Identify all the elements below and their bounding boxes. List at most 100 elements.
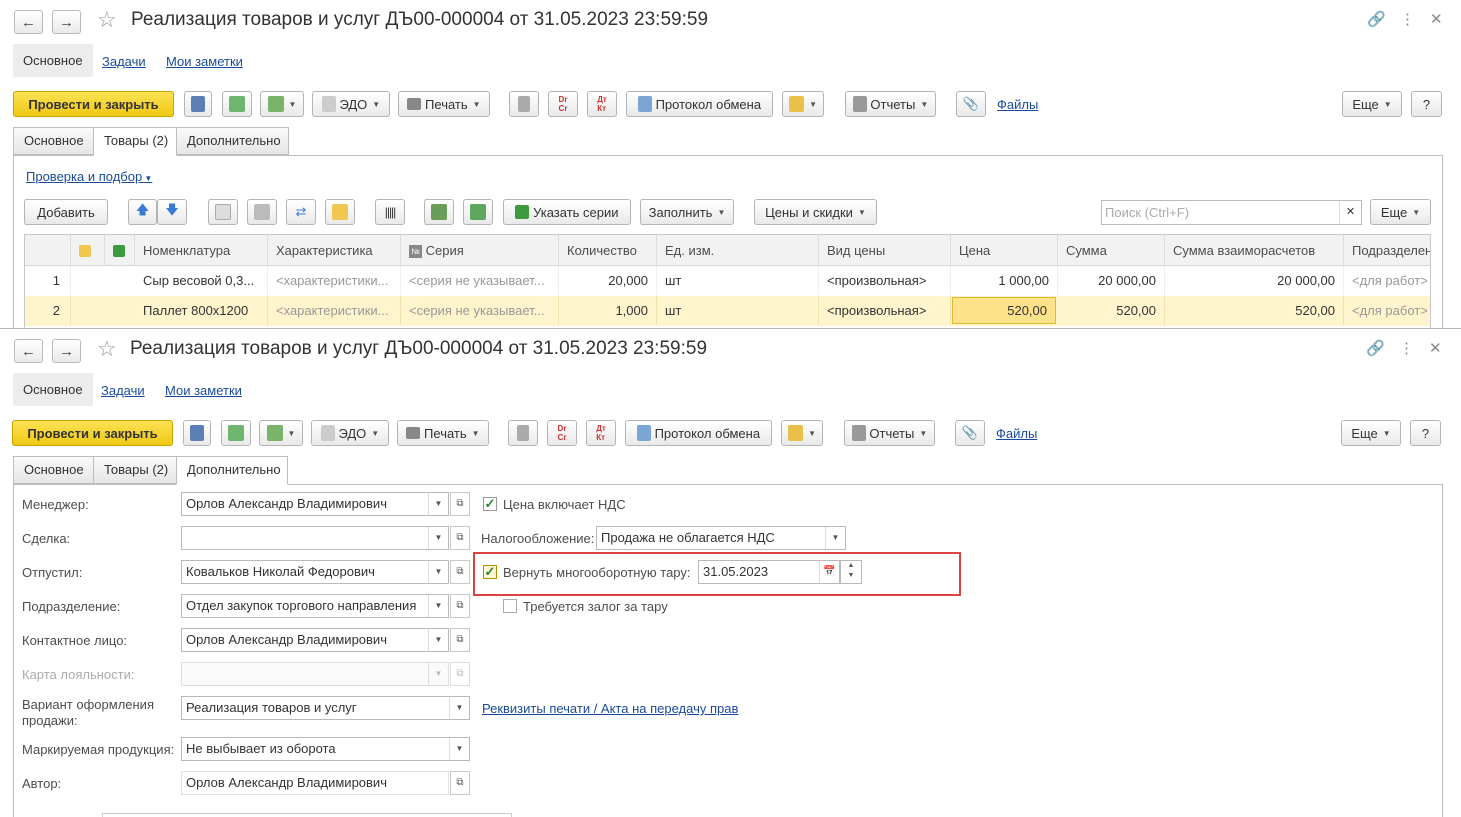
marked-products-field[interactable]: Не выбывает из оборота ▼	[181, 737, 470, 761]
deposit-required-checkbox[interactable]	[503, 599, 517, 613]
contact-field[interactable]: Орлов Александр Владимирович ▼	[181, 628, 449, 652]
col-department[interactable]: Подразделен	[1344, 235, 1430, 266]
exchange-log-button[interactable]: Протокол обмена	[625, 420, 772, 446]
paste-button[interactable]	[247, 199, 277, 225]
col-sum[interactable]: Сумма	[1058, 235, 1165, 266]
save-button[interactable]	[183, 420, 211, 446]
tab-goods[interactable]: Товары (2)	[93, 456, 177, 484]
print-button[interactable]: Печать ▼	[397, 420, 489, 446]
manager-field[interactable]: Орлов Александр Владимирович ▼	[181, 492, 449, 516]
return-date-field[interactable]: 31.05.2023 📅	[698, 560, 840, 584]
dr-cr-button[interactable]: Dr Cr	[547, 420, 577, 446]
tab-main[interactable]: Основное	[13, 127, 94, 155]
nav-tab-tasks[interactable]: Задачи	[101, 383, 145, 398]
nav-tab-main[interactable]: Основное	[13, 44, 93, 77]
save-button[interactable]	[184, 91, 212, 117]
tab-additional[interactable]: Дополнительно	[176, 127, 289, 155]
link-icon[interactable]: 🔗	[1366, 339, 1385, 357]
nav-tab-tasks[interactable]: Задачи	[102, 54, 146, 69]
chevron-down-icon[interactable]: ▼	[428, 595, 448, 617]
col-price[interactable]: Цена	[951, 235, 1058, 266]
cell-sum[interactable]: 20 000,00	[1058, 266, 1165, 295]
cell-characteristic[interactable]: <характеристики...	[268, 296, 401, 325]
col-series[interactable]: № Серия	[401, 235, 559, 266]
chevron-down-icon[interactable]: ▼	[428, 629, 448, 651]
copy-button[interactable]	[208, 199, 238, 225]
cell-department[interactable]: <для работ>	[1344, 296, 1430, 325]
reports-button[interactable]: Отчеты ▼	[845, 91, 936, 117]
released-field[interactable]: Ковальков Николай Федорович ▼	[181, 560, 449, 584]
post-and-close-button[interactable]: Провести и закрыть	[13, 91, 174, 117]
nav-tab-notes[interactable]: Мои заметки	[166, 54, 243, 69]
tab-goods[interactable]: Товары (2)	[93, 127, 177, 156]
split-button[interactable]: ⇄	[286, 199, 316, 225]
dt-kt-button[interactable]: Дт Кт	[587, 91, 617, 117]
barcode-button[interactable]: |||||	[375, 199, 405, 225]
spin-up-icon[interactable]: ▲	[848, 562, 855, 569]
help-button[interactable]: ?	[1411, 91, 1442, 117]
table-row-selected[interactable]: 2 Паллет 800х1200 <характеристики... <се…	[25, 296, 1430, 326]
clear-search-icon[interactable]: ✕	[1339, 201, 1361, 224]
table-row[interactable]: 1 Сыр весовой 0,3... <характеристики... …	[25, 266, 1430, 296]
reports-button[interactable]: Отчеты ▼	[844, 420, 935, 446]
add-button[interactable]: Добавить	[24, 199, 108, 225]
dt-kt-button[interactable]: Дт Кт	[586, 420, 616, 446]
attach-button[interactable]: 📎	[956, 91, 986, 117]
col-characteristic[interactable]: Характеристика	[268, 235, 401, 266]
post-button[interactable]	[221, 420, 251, 446]
back-button[interactable]: ←	[14, 10, 43, 34]
prices-discounts-button[interactable]: Цены и скидки ▼	[754, 199, 877, 225]
cell-price-active[interactable]: 520,00	[952, 297, 1056, 324]
cell-price[interactable]: 1 000,00	[951, 266, 1058, 295]
close-icon[interactable]: ✕	[1429, 339, 1442, 357]
exchange-log-button[interactable]: Протокол обмена	[626, 91, 773, 117]
journal-button[interactable]	[508, 420, 538, 446]
more-vertical-icon[interactable]: ⋮	[1400, 10, 1415, 28]
cell-settlement-sum[interactable]: 520,00	[1165, 296, 1344, 325]
nav-tab-main[interactable]: Основное	[13, 373, 93, 406]
cell-nomenclature[interactable]: Сыр весовой 0,3...	[135, 266, 268, 295]
cell-series[interactable]: <серия не указывает...	[401, 266, 559, 295]
attachments-menu-button[interactable]: ▼	[781, 420, 823, 446]
open-icon[interactable]: ⧉	[450, 492, 470, 516]
upload-button[interactable]	[463, 199, 493, 225]
check-and-select-link[interactable]: Проверка и подбор ▼	[26, 169, 152, 184]
tab-additional[interactable]: Дополнительно	[176, 456, 288, 485]
col-unit[interactable]: Ед. изм.	[657, 235, 819, 266]
forward-button[interactable]: →	[52, 10, 81, 34]
link-icon[interactable]: 🔗	[1367, 10, 1386, 28]
goods-more-button[interactable]: Еще ▼	[1370, 199, 1431, 225]
chevron-down-icon[interactable]: ▼	[825, 527, 845, 549]
move-down-button[interactable]: 🡇	[157, 199, 187, 225]
cell-quantity[interactable]: 1,000	[559, 296, 657, 325]
create-based-on-button[interactable]: ▼	[260, 91, 304, 117]
nav-tab-notes[interactable]: Мои заметки	[165, 383, 242, 398]
return-tare-checkbox[interactable]: ✓	[483, 565, 497, 579]
col-settlement-sum[interactable]: Сумма взаиморасчетов	[1165, 235, 1344, 266]
move-up-button[interactable]: 🡅	[128, 199, 157, 225]
cell-unit[interactable]: шт	[657, 266, 819, 295]
attach-button[interactable]: 📎	[955, 420, 985, 446]
col-price-type[interactable]: Вид цены	[819, 235, 951, 266]
cell-series[interactable]: <серия не указывает...	[401, 296, 559, 325]
cell-price-type[interactable]: <произвольная>	[819, 266, 951, 295]
chevron-down-icon[interactable]: ▼	[449, 697, 469, 719]
fill-button[interactable]: Заполнить ▼	[640, 199, 734, 225]
favorite-star-icon[interactable]: ☆	[97, 7, 117, 33]
edo-button[interactable]: ЭДО ▼	[312, 91, 390, 117]
close-icon[interactable]: ✕	[1430, 10, 1443, 28]
print-details-link[interactable]: Реквизиты печати / Акта на передачу прав	[482, 701, 738, 716]
help-button[interactable]: ?	[1410, 420, 1441, 446]
cell-settlement-sum[interactable]: 20 000,00	[1165, 266, 1344, 295]
open-icon[interactable]: ⧉	[450, 594, 470, 618]
open-icon[interactable]: ⧉	[450, 628, 470, 652]
post-button[interactable]	[222, 91, 252, 117]
cell-nomenclature[interactable]: Паллет 800х1200	[135, 296, 268, 325]
attachments-menu-button[interactable]: ▼	[782, 91, 824, 117]
set-series-button[interactable]: Указать серии	[503, 199, 631, 225]
more-button[interactable]: Еще ▼	[1341, 420, 1401, 446]
search-input[interactable]: Поиск (Ctrl+F)	[1105, 205, 1189, 220]
open-icon[interactable]: ⧉	[450, 771, 470, 795]
back-button[interactable]: ←	[14, 339, 43, 363]
cell-sum[interactable]: 520,00	[1058, 296, 1165, 325]
